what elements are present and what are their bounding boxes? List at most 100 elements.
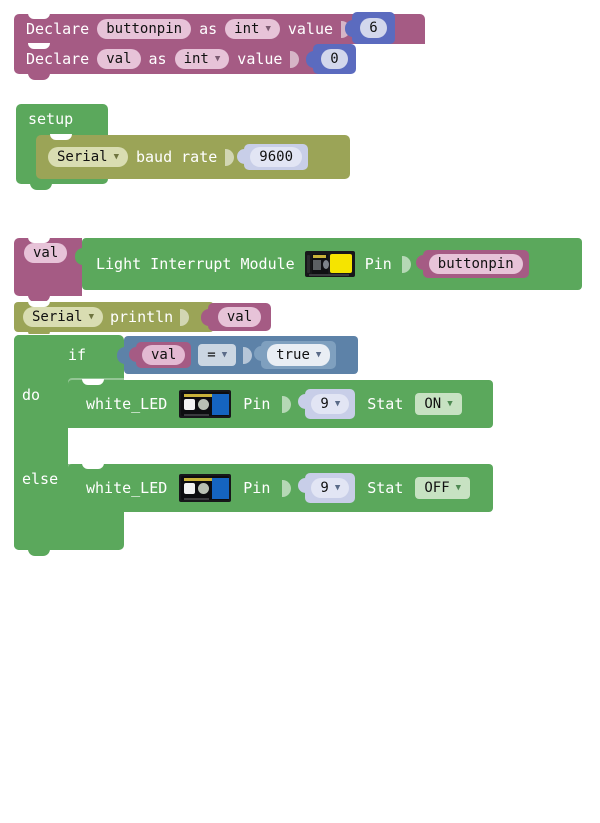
- pin-dropdown-on[interactable]: 9 ▼: [311, 394, 350, 414]
- block-notch: [28, 43, 50, 49]
- declare-as-label: as: [148, 50, 167, 68]
- pin-dropdown-off[interactable]: 9 ▼: [311, 478, 350, 498]
- set-variable-field-val[interactable]: val: [24, 243, 68, 263]
- value-socket: [290, 50, 300, 68]
- do-label-text: do: [22, 386, 41, 404]
- variable-block-val-println[interactable]: val: [201, 303, 271, 331]
- if-block-gap-lower: [124, 512, 493, 552]
- declare-type-dropdown-val[interactable]: int ▼: [174, 49, 230, 69]
- value-socket: [401, 255, 411, 273]
- chevron-down-icon: ▼: [113, 151, 119, 162]
- chevron-down-icon: ▼: [221, 349, 228, 360]
- declare-value-label: value: [287, 20, 334, 38]
- else-label: else: [36, 805, 73, 823]
- pin-label-on: Pin: [243, 395, 271, 413]
- value-plug: [345, 20, 354, 37]
- declare-value-label: value: [237, 50, 283, 68]
- chevron-down-icon: ▼: [455, 482, 462, 493]
- declare-keyword: Declare: [26, 20, 90, 38]
- declare-block-val[interactable]: Declare val as int ▼ value: [14, 43, 330, 80]
- number-block-9600[interactable]: 9600: [237, 144, 308, 170]
- pin-value-off: 9: [320, 480, 329, 496]
- white-led-module-icon: [179, 474, 232, 502]
- block-notch: [82, 379, 104, 385]
- value-socket: [282, 395, 292, 413]
- variable-block-buttonpin[interactable]: buttonpin: [415, 250, 529, 278]
- stat-label-off: Stat: [367, 479, 404, 497]
- chevron-down-icon: ▼: [265, 23, 271, 34]
- declare-keyword: Declare: [26, 50, 90, 68]
- blockly-workspace[interactable]: Declare buttonpin as int ▼ value 6 Decla…: [0, 0, 600, 823]
- boolean-dropdown-true[interactable]: true ▼: [267, 344, 331, 366]
- baud-value-field[interactable]: 9600: [250, 147, 302, 167]
- variable-field-buttonpin[interactable]: buttonpin: [428, 254, 523, 274]
- boolean-block-true[interactable]: true ▼: [254, 341, 337, 369]
- number-field-0[interactable]: 0: [321, 49, 348, 69]
- baud-rate-label: baud rate: [136, 148, 218, 166]
- value-socket: [243, 346, 253, 364]
- set-variable-block-val[interactable]: val: [14, 237, 82, 302]
- value-socket: [180, 308, 190, 326]
- block-tab: [30, 183, 52, 190]
- serial-port-dropdown[interactable]: Serial ▼: [48, 147, 128, 167]
- value-socket: [225, 148, 235, 166]
- white-led-label-off: white_LED: [86, 479, 168, 497]
- declare-variable-field-val[interactable]: val: [97, 49, 141, 69]
- white-led-block-off[interactable]: white_LED Pin 9 ▼ Stat OFF ▼: [68, 463, 493, 512]
- do-label: do: [36, 721, 55, 739]
- block-notch: [50, 134, 72, 140]
- block-tab: [28, 549, 50, 556]
- variable-block-val-condition[interactable]: val: [128, 342, 192, 368]
- stat-label-on: Stat: [367, 395, 404, 413]
- value-socket: [282, 479, 292, 497]
- declare-variable-field-buttonpin[interactable]: buttonpin: [97, 19, 192, 39]
- operator-dropdown[interactable]: = ▼: [198, 344, 237, 366]
- chevron-down-icon: ▼: [334, 482, 341, 493]
- stat-dropdown-off[interactable]: OFF ▼: [415, 477, 471, 499]
- serial-port-dropdown-println[interactable]: Serial ▼: [23, 307, 103, 327]
- if-else-spine: [14, 335, 68, 550]
- declare-type-value: int: [234, 21, 260, 37]
- serial-println-block[interactable]: Serial ▼ println: [14, 301, 214, 338]
- operator-value: =: [207, 347, 216, 363]
- value-plug: [117, 347, 126, 364]
- println-label: println: [110, 308, 174, 326]
- chevron-down-icon: ▼: [315, 349, 322, 360]
- stat-dropdown-on[interactable]: ON ▼: [415, 393, 462, 415]
- block-tab: [28, 73, 50, 80]
- light-interrupt-module-label: Light Interrupt Module: [96, 255, 295, 273]
- chevron-down-icon: ▼: [334, 398, 341, 409]
- value-plug: [75, 248, 84, 265]
- variable-field-val-condition[interactable]: val: [142, 345, 186, 365]
- if-label: if: [68, 346, 87, 364]
- block-notch: [28, 237, 50, 243]
- else-label-text: else: [22, 470, 59, 488]
- declare-as-label: as: [199, 20, 218, 38]
- number-block-0[interactable]: 0: [306, 44, 356, 74]
- block-notch: [28, 301, 50, 307]
- pin-number-block-on[interactable]: 9 ▼: [298, 389, 356, 419]
- variable-field-val[interactable]: val: [217, 307, 262, 327]
- stat-value-on: ON: [424, 396, 442, 412]
- white-led-block-on[interactable]: white_LED Pin 9 ▼ Stat ON ▼: [68, 379, 493, 428]
- chevron-down-icon: ▼: [88, 311, 94, 322]
- declare-type-dropdown-buttonpin[interactable]: int ▼: [225, 19, 280, 39]
- value-plug: [201, 309, 210, 326]
- serial-port-value: Serial: [32, 309, 83, 325]
- number-block-6[interactable]: 6: [345, 12, 395, 44]
- serial-port-value: Serial: [57, 149, 108, 165]
- pin-number-block-off[interactable]: 9 ▼: [298, 473, 356, 503]
- serial-baud-block[interactable]: Serial ▼ baud rate 9600: [36, 134, 350, 179]
- value-plug: [306, 51, 315, 68]
- boolean-value: true: [276, 347, 310, 363]
- if-block-gap-right-top: [358, 335, 598, 380]
- chevron-down-icon: ▼: [447, 398, 453, 409]
- light-interrupt-sensor-icon: [304, 251, 355, 277]
- declare-type-value: int: [183, 51, 209, 67]
- light-interrupt-module-block[interactable]: Light Interrupt Module Pin buttonpin: [75, 238, 582, 290]
- number-field-6[interactable]: 6: [360, 18, 387, 38]
- if-block-gap-upper: [68, 428, 493, 464]
- pin-value-on: 9: [320, 396, 329, 412]
- white-led-module-icon: [179, 390, 232, 418]
- comparison-block[interactable]: val = ▼ true ▼: [117, 336, 358, 374]
